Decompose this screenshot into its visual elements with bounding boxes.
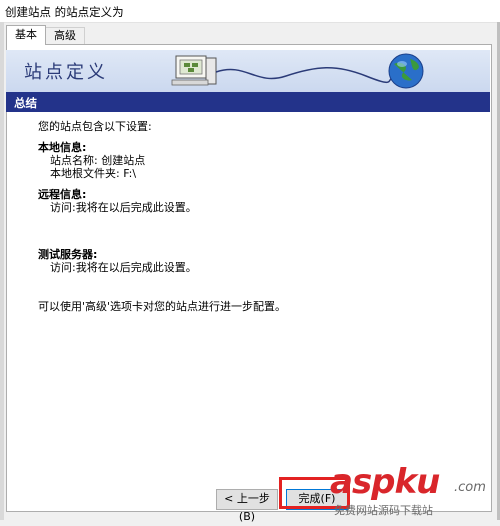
cable-line [215,67,395,84]
computer-icon [171,55,217,86]
watermark-tld: .com [454,480,486,495]
watermark-subtitle: 免费网站源码下载站 [334,504,433,517]
window-left-edge [0,22,4,520]
title-bar: 创建站点 的站点定义为 [0,0,500,23]
site-definition-banner: 站点定义 [6,50,490,93]
content-panel [6,44,492,512]
tab-basic[interactable]: 基本 [6,25,46,45]
summary-title: 总结 [14,96,37,110]
advanced-tab-hint: 可以使用'高级'选项卡对您的站点进行进一步配置。 [38,300,287,313]
local-root-folder: 本地根文件夹: F:\ [50,167,137,180]
remote-access: 访问:我将在以后完成此设置。 [50,201,197,214]
tab-advanced[interactable]: 高级 [45,27,85,45]
back-button[interactable]: < 上一步(B) [216,489,278,523]
summary-intro: 您的站点包含以下设置: [38,120,152,133]
watermark: aspku .com 免费网站源码下载站 [330,462,498,518]
banner-graphic [171,53,424,89]
testing-access: 访问:我将在以后完成此设置。 [50,261,197,274]
window-title: 创建站点 的站点定义为 [5,5,124,19]
globe-icon [388,53,424,89]
watermark-logo: aspku [330,462,440,502]
summary-header: 总结 [6,92,490,112]
